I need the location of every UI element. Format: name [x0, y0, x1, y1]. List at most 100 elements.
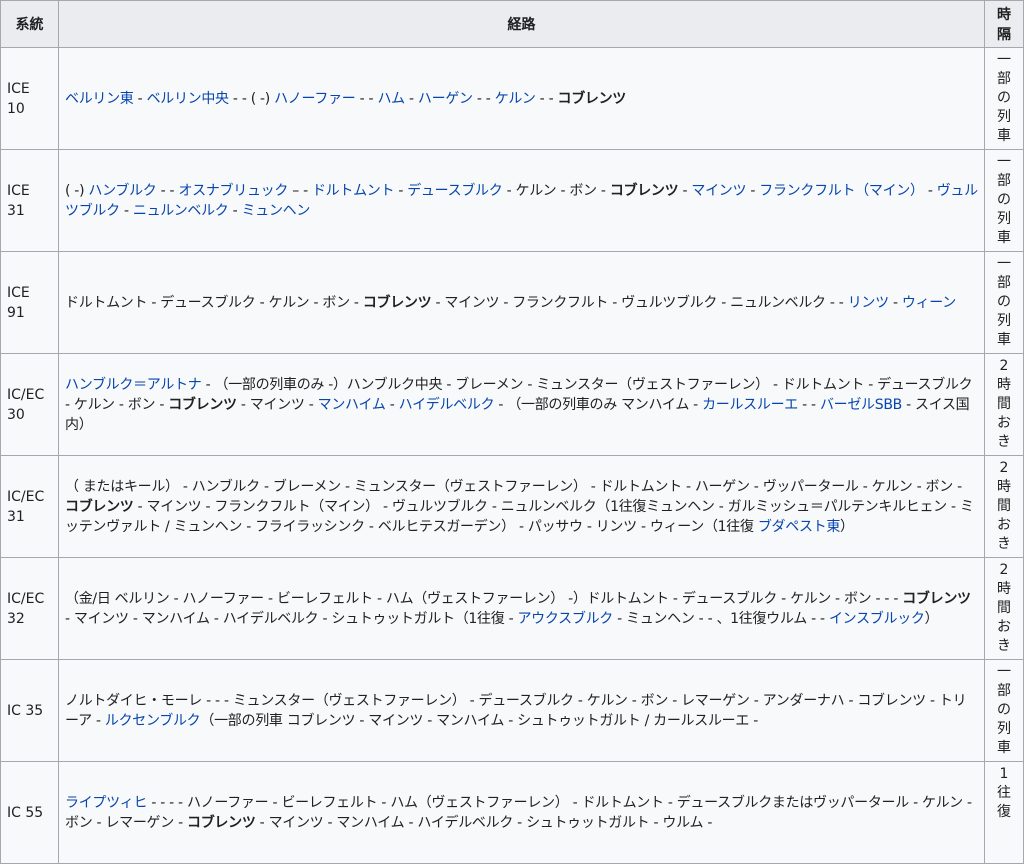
route-text: ドルトムント - デュースブルク - ケルン - ボン - [65, 294, 363, 311]
station-link[interactable]: ドルトムント [312, 183, 395, 199]
route-text: - [404, 90, 418, 107]
route-text: - - ( -) [228, 90, 275, 107]
system-cell: ICE 31 [0, 149, 59, 252]
system-cell: IC 55 [0, 761, 59, 864]
station-link[interactable]: ルクセンブルク [105, 713, 201, 729]
table-row: IC/EC 30 ハンブルク＝アルトナ - （一部の列車のみ -）ハンブルク中央 -… [0, 353, 1024, 456]
interval-char: 車 [997, 332, 1011, 348]
system-cell: IC 35 [0, 659, 59, 762]
route-text: ） [840, 518, 854, 535]
station-link[interactable]: アウクスブルク [517, 611, 613, 627]
station-link[interactable]: ハンブルク [88, 183, 156, 199]
route-cell: （金/日 ベルリン - ハノーファー - ビーレフェルト - ハム（ヴェストファ… [58, 557, 985, 660]
route-text: - - [355, 90, 378, 107]
station-link[interactable]: ウィーン [902, 295, 956, 311]
station-link[interactable]: ライプツィヒ [65, 795, 148, 811]
route-text: （ またはキール） - ハンブルク - ブレーメン - ミュンスター（ヴェストフ… [65, 478, 962, 495]
route-text: - [746, 182, 760, 199]
station-link[interactable]: ハイデルベルク [399, 397, 495, 413]
interval-char: 部 [997, 173, 1011, 189]
table-row: ICE 10 ベルリン東 - ベルリン中央 - - ( -) ハノーファー - - … [0, 47, 1024, 150]
table-row: IC/EC 32 （金/日 ベルリン - ハノーファー - ビーレフェルト - ハム… [0, 557, 1024, 660]
highlighted-station: コブレンツ [65, 498, 134, 515]
system-label: IC/EC [7, 590, 45, 607]
interval-char: の [997, 294, 1011, 310]
interval-cell: 一部の列車 [984, 251, 1024, 354]
station-link[interactable]: ベルリン東 [65, 91, 134, 107]
station-link[interactable]: マインツ [691, 183, 746, 199]
interval-char: 部 [997, 71, 1011, 87]
table-body: ICE 10 ベルリン東 - ベルリン中央 - - ( -) ハノーファー - - … [0, 47, 1024, 864]
system-label: 30 [7, 406, 25, 423]
interval-cell: 一部の列車 [984, 659, 1024, 762]
interval-char: 2 [999, 562, 1009, 578]
interval-char: 間 [997, 396, 1011, 412]
system-label: 10 [7, 100, 25, 117]
system-cell: ICE 91 [0, 251, 59, 354]
route-text: ( -) [65, 182, 89, 199]
station-link[interactable]: インスブルック [829, 611, 925, 627]
station-link[interactable]: ハム [377, 91, 405, 107]
system-label: IC/EC [7, 386, 45, 403]
interval-char: 車 [997, 230, 1011, 246]
station-link[interactable]: ハンブルク＝アルトナ [65, 377, 202, 393]
system-label: 31 [7, 202, 25, 219]
table-row: ICE 91 ドルトムント - デュースブルク - ケルン - ボン - コブレンツ… [0, 251, 1024, 354]
route-text: - （一部の列車のみ マンハイム - [494, 396, 703, 413]
interval-char: の [997, 702, 1011, 718]
station-link[interactable]: マンハイム [318, 397, 386, 413]
highlighted-station: コブレンツ [168, 396, 237, 413]
route-text: - マインツ - [236, 396, 318, 413]
header-interval: 時 隔 [984, 0, 1024, 48]
station-link[interactable]: フランクフルト（マイン） [759, 183, 924, 199]
header-interval-char: 隔 [997, 27, 1011, 43]
route-text: - マインツ - フランクフルト - ヴュルツブルク - ニュルンベルク - - [431, 294, 848, 311]
station-link[interactable]: ハーゲン [418, 91, 473, 107]
interval-char: 復 [997, 804, 1011, 820]
station-link[interactable]: ニュルンベルク [133, 203, 229, 219]
interval-char: 往 [997, 785, 1011, 801]
interval-char: 間 [997, 498, 1011, 514]
system-cell: IC/EC 32 [0, 557, 59, 660]
system-label: IC/EC [7, 488, 45, 505]
system-label: 31 [7, 508, 25, 525]
system-label: ICE [7, 284, 30, 301]
interval-cell: 一部の列車 [984, 47, 1024, 150]
interval-cell: 一部の列車 [984, 149, 1024, 252]
station-link[interactable]: ミュンヘン [242, 203, 311, 219]
interval-char: 車 [997, 740, 1011, 756]
station-link[interactable]: ケルン [495, 91, 536, 107]
highlighted-station: コブレンツ [362, 294, 432, 311]
interval-char: 一 [997, 664, 1011, 680]
station-link[interactable]: ベルリン中央 [147, 91, 230, 107]
station-link[interactable]: デュースブルク [407, 183, 503, 199]
route-cell: ( -) ハンブルク - - オスナブリュック – - ドルトムント - デュー… [58, 149, 985, 252]
system-cell: IC/EC 31 [0, 455, 59, 558]
highlighted-station: コブレンツ [609, 182, 679, 199]
route-text: - [394, 182, 408, 199]
header-row: 系統 経路 時 隔 [0, 0, 1024, 48]
interval-char: 部 [997, 683, 1011, 699]
system-label: IC 55 [7, 804, 44, 821]
route-text: - - [472, 90, 495, 107]
interval-char: 一 [997, 256, 1011, 272]
interval-char: の [997, 192, 1011, 208]
station-link[interactable]: ブダペスト東 [758, 519, 841, 535]
system-cell: IC/EC 30 [0, 353, 59, 456]
interval-char: 列 [997, 211, 1011, 227]
interval-char: 時 [997, 377, 1011, 393]
station-link[interactable]: バーゼルSBB [820, 397, 902, 413]
route-cell: ベルリン東 - ベルリン中央 - - ( -) ハノーファー - - ハム - … [58, 47, 985, 150]
route-text: - [678, 182, 692, 199]
route-text: - [888, 294, 902, 311]
station-link[interactable]: カールスルーエ [702, 397, 798, 413]
station-link[interactable]: リンツ [848, 295, 889, 311]
route-text: - マインツ - マンハイム - ハイデルベルク - シュトゥットガルト（1往復… [65, 610, 518, 627]
interval-char: 一 [997, 52, 1011, 68]
interval-char: 2 [999, 358, 1009, 374]
route-text: - [385, 396, 399, 413]
station-link[interactable]: ハノーファー [274, 91, 356, 107]
table-row: IC 35 ノルトダイヒ・モーレ - - - ミュンスター（ヴェストファーレン） … [0, 659, 1024, 762]
station-link[interactable]: オスナブリュック [178, 183, 288, 199]
interval-cell: 1 往復 [984, 761, 1024, 864]
